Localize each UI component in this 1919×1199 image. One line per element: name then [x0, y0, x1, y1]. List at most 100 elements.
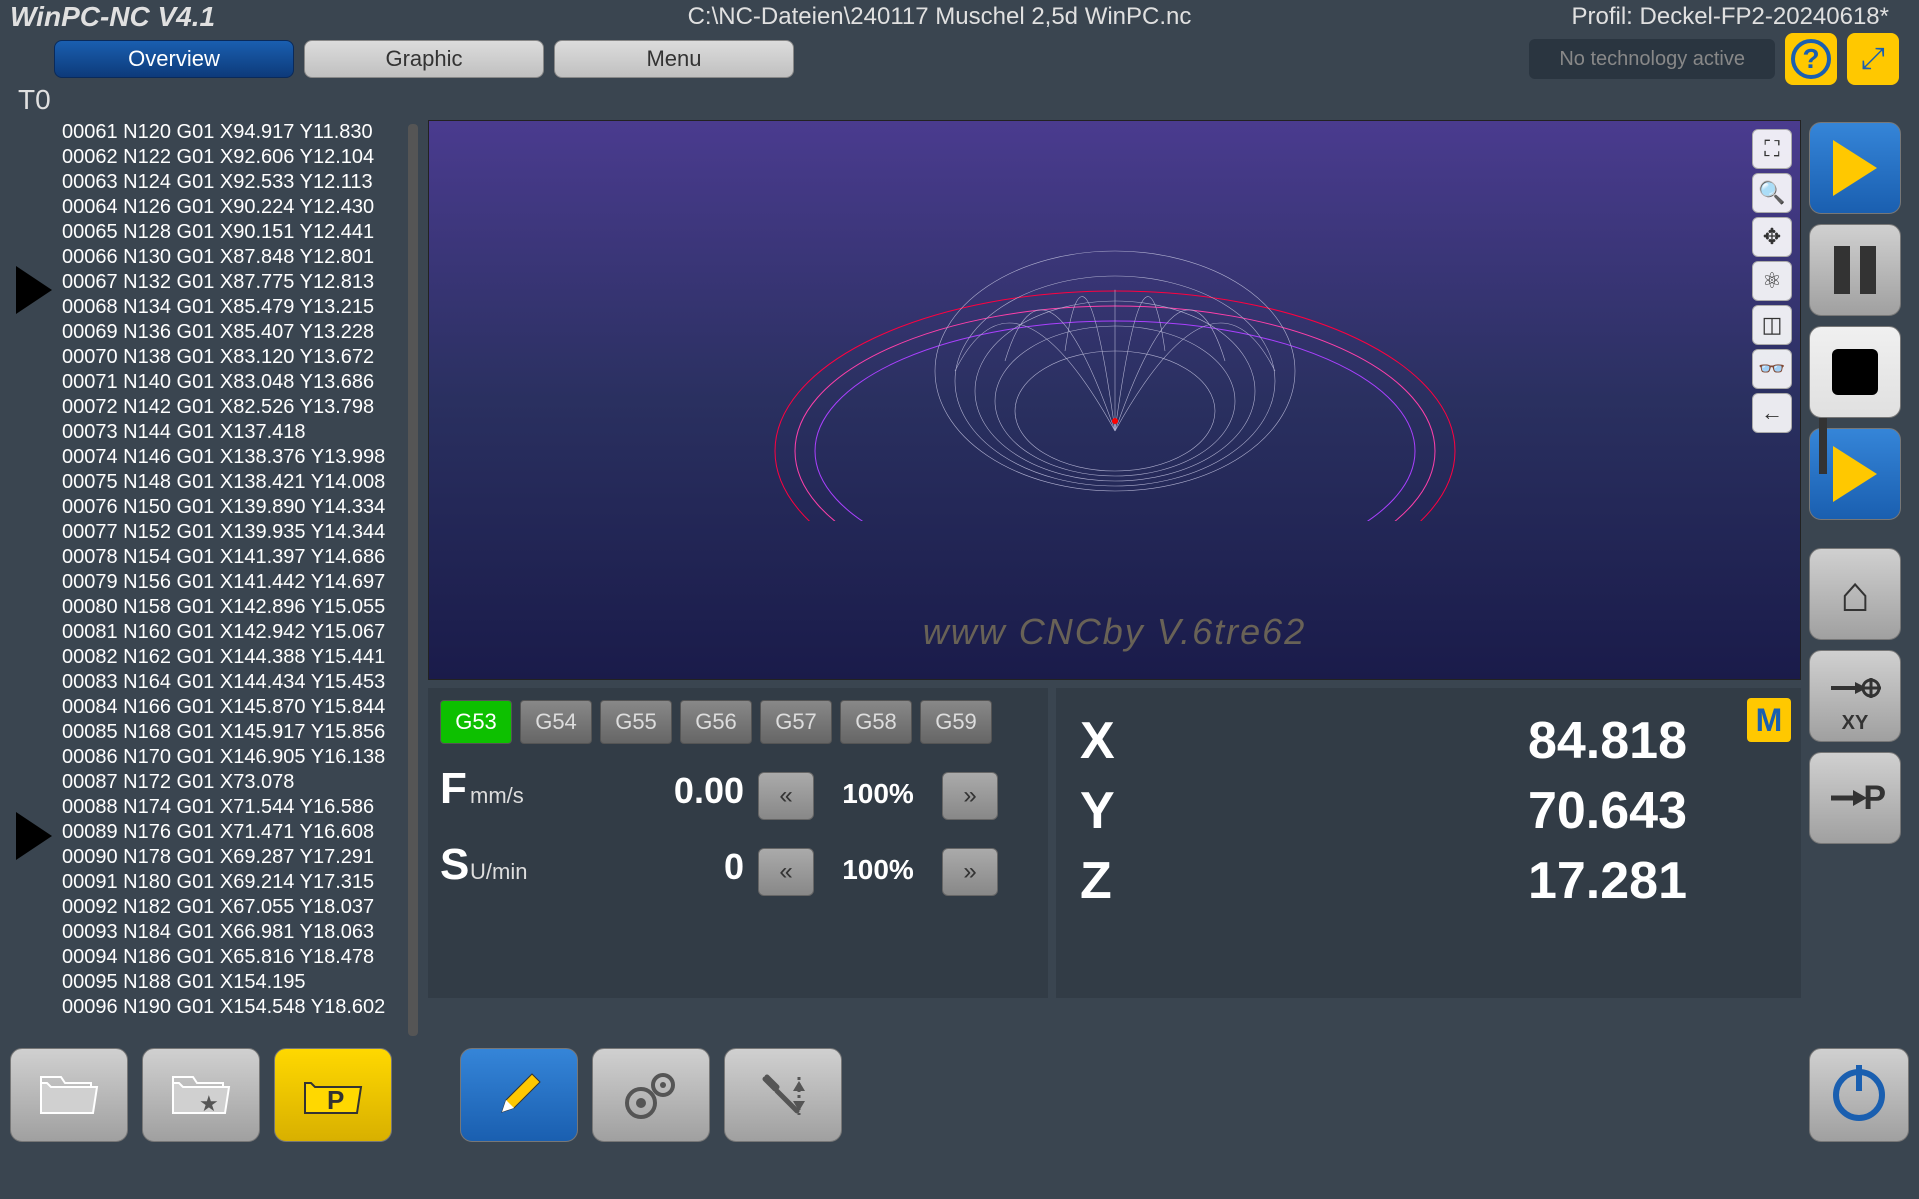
gcode-line[interactable]: 00093 N184 G01 X66.981 Y18.063 — [58, 920, 406, 945]
program-folder-button[interactable]: P — [274, 1048, 392, 1142]
gcode-list[interactable]: 00061 N120 G01 X94.917 Y11.83000062 N122… — [58, 120, 406, 1040]
file-path: C:\NC-Dateien\240117 Muschel 2,5d WinPC.… — [390, 3, 1489, 31]
gcode-line[interactable]: 00092 N182 G01 X67.055 Y18.037 — [58, 895, 406, 920]
coordinate-system-panel: G53G54G55G56G57G58G59 F mm/s 0.00 « 100%… — [428, 688, 1048, 998]
fit-icon: ⛶ — [1764, 136, 1779, 162]
stop-button[interactable] — [1809, 326, 1901, 418]
tab-graphic[interactable]: Graphic — [304, 40, 544, 78]
orbit-button[interactable]: ⚛ — [1752, 261, 1792, 301]
coord-sys-g56[interactable]: G56 — [680, 700, 752, 744]
spindle-s-inc-button[interactable]: » — [942, 848, 998, 896]
gcode-line[interactable]: 00075 N148 G01 X138.421 Y14.008 — [58, 470, 406, 495]
coord-sys-g54[interactable]: G54 — [520, 700, 592, 744]
favorites-button[interactable]: ★ — [142, 1048, 260, 1142]
play-head-icon-2 — [16, 812, 52, 860]
spindle-s-value: 0 — [614, 846, 744, 888]
tools-button[interactable] — [724, 1048, 842, 1142]
gcode-line[interactable]: 00070 N138 G01 X83.120 Y13.672 — [58, 345, 406, 370]
coord-sys-g53[interactable]: G53 — [440, 700, 512, 744]
gcode-line[interactable]: 00069 N136 G01 X85.407 Y13.228 — [58, 320, 406, 345]
gcode-line[interactable]: 00079 N156 G01 X141.442 Y14.697 — [58, 570, 406, 595]
pan-button[interactable]: ✥ — [1752, 217, 1792, 257]
tab-menu[interactable]: Menu — [554, 40, 794, 78]
gcode-line[interactable]: 00078 N154 G01 X141.397 Y14.686 — [58, 545, 406, 570]
coord-sys-g58[interactable]: G58 — [840, 700, 912, 744]
feed-f-inc-button[interactable]: » — [942, 772, 998, 820]
view-mode-button[interactable]: 👓 — [1752, 349, 1792, 389]
stop-icon — [1832, 349, 1878, 395]
zoom-button[interactable]: 🔍 — [1752, 173, 1792, 213]
gcode-line[interactable]: 00068 N134 G01 X85.479 Y13.215 — [58, 295, 406, 320]
feed-f-value: 0.00 — [614, 770, 744, 812]
collapse-button[interactable]: ⤢ — [1847, 33, 1899, 85]
svg-text:★: ★ — [199, 1091, 219, 1116]
gcode-line[interactable]: 00091 N180 G01 X69.214 Y17.315 — [58, 870, 406, 895]
single-step-button[interactable] — [1809, 428, 1901, 520]
3d-preview[interactable]: www CNCby V.6tre62 ⛶ 🔍 ✥ ⚛ ◫ 👓 ← — [428, 120, 1801, 680]
gcode-line[interactable]: 00067 N132 G01 X87.775 Y12.813 — [58, 270, 406, 295]
coord-sys-g55[interactable]: G55 — [600, 700, 672, 744]
gcode-line[interactable]: 00082 N162 G01 X144.388 Y15.441 — [58, 645, 406, 670]
tab-overview[interactable]: Overview — [54, 40, 294, 78]
gcode-line[interactable]: 00083 N164 G01 X144.434 Y15.453 — [58, 670, 406, 695]
step-play-icon — [1833, 446, 1877, 502]
iso-button[interactable]: ◫ — [1752, 305, 1792, 345]
gcode-line[interactable]: 00088 N174 G01 X71.544 Y16.586 — [58, 795, 406, 820]
help-button[interactable]: ? — [1785, 33, 1837, 85]
gcode-line[interactable]: 00087 N172 G01 X73.078 — [58, 770, 406, 795]
gcode-line[interactable]: 00065 N128 G01 X90.151 Y12.441 — [58, 220, 406, 245]
watermark-text: www CNCby V.6tre62 — [923, 611, 1306, 653]
home-button[interactable]: ⌂ — [1809, 548, 1901, 640]
shell-rendering — [765, 171, 1465, 521]
gcode-line[interactable]: 00064 N126 G01 X90.224 Y12.430 — [58, 195, 406, 220]
glasses-icon: 👓 — [1758, 356, 1785, 382]
gcode-line[interactable]: 00086 N170 G01 X146.905 Y16.138 — [58, 745, 406, 770]
machine-coord-badge[interactable]: M — [1747, 698, 1791, 742]
axis-z-label: Z — [1080, 851, 1148, 911]
folder-icon — [37, 1069, 101, 1121]
gcode-line[interactable]: 00085 N168 G01 X145.917 Y15.856 — [58, 720, 406, 745]
scrollbar[interactable] — [408, 124, 418, 1036]
power-button[interactable] — [1809, 1048, 1909, 1142]
position-panel: M X 84.818 Y 70.643 Z 17.281 — [1056, 688, 1801, 998]
gcode-line[interactable]: 00072 N142 G01 X82.526 Y13.798 — [58, 395, 406, 420]
home-icon: ⌂ — [1840, 565, 1870, 623]
park-button[interactable]: P — [1809, 752, 1901, 844]
gcode-line[interactable]: 00089 N176 G01 X71.471 Y16.608 — [58, 820, 406, 845]
edit-button[interactable] — [460, 1048, 578, 1142]
cube-icon: ◫ — [1762, 312, 1783, 338]
gcode-line[interactable]: 00062 N122 G01 X92.606 Y12.104 — [58, 145, 406, 170]
xy-label: XY — [1842, 712, 1869, 735]
app-title: WinPC-NC V4.1 — [10, 1, 390, 33]
feed-f-percent: 100% — [828, 778, 928, 810]
gcode-line[interactable]: 00063 N124 G01 X92.533 Y12.113 — [58, 170, 406, 195]
gcode-line[interactable]: 00090 N178 G01 X69.287 Y17.291 — [58, 845, 406, 870]
file-open-button[interactable] — [10, 1048, 128, 1142]
gcode-line[interactable]: 00061 N120 G01 X94.917 Y11.830 — [58, 120, 406, 145]
gcode-line[interactable]: 00095 N188 G01 X154.195 — [58, 970, 406, 995]
coord-sys-g57[interactable]: G57 — [760, 700, 832, 744]
fit-view-button[interactable]: ⛶ — [1752, 129, 1792, 169]
gcode-line[interactable]: 00071 N140 G01 X83.048 Y13.686 — [58, 370, 406, 395]
gcode-line[interactable]: 00081 N160 G01 X142.942 Y15.067 — [58, 620, 406, 645]
xy-origin-button[interactable]: XY — [1809, 650, 1901, 742]
gcode-line[interactable]: 00074 N146 G01 X138.376 Y13.998 — [58, 445, 406, 470]
feed-f-unit: mm/s — [470, 783, 524, 809]
folder-p-icon: P — [301, 1069, 365, 1121]
back-button[interactable]: ← — [1752, 393, 1792, 433]
gcode-line[interactable]: 00076 N150 G01 X139.890 Y14.334 — [58, 495, 406, 520]
gcode-line[interactable]: 00084 N166 G01 X145.870 Y15.844 — [58, 695, 406, 720]
coord-sys-g59[interactable]: G59 — [920, 700, 992, 744]
gcode-line[interactable]: 00094 N186 G01 X65.816 Y18.478 — [58, 945, 406, 970]
settings-button[interactable] — [592, 1048, 710, 1142]
spindle-s-dec-button[interactable]: « — [758, 848, 814, 896]
axis-x-label: X — [1080, 711, 1148, 771]
gcode-line[interactable]: 00080 N158 G01 X142.896 Y15.055 — [58, 595, 406, 620]
gcode-line[interactable]: 00077 N152 G01 X139.935 Y14.344 — [58, 520, 406, 545]
pause-button[interactable] — [1809, 224, 1901, 316]
gcode-line[interactable]: 00073 N144 G01 X137.418 — [58, 420, 406, 445]
gcode-line[interactable]: 00096 N190 G01 X154.548 Y18.602 — [58, 995, 406, 1020]
gcode-line[interactable]: 00066 N130 G01 X87.848 Y12.801 — [58, 245, 406, 270]
feed-f-dec-button[interactable]: « — [758, 772, 814, 820]
start-button[interactable] — [1809, 122, 1901, 214]
